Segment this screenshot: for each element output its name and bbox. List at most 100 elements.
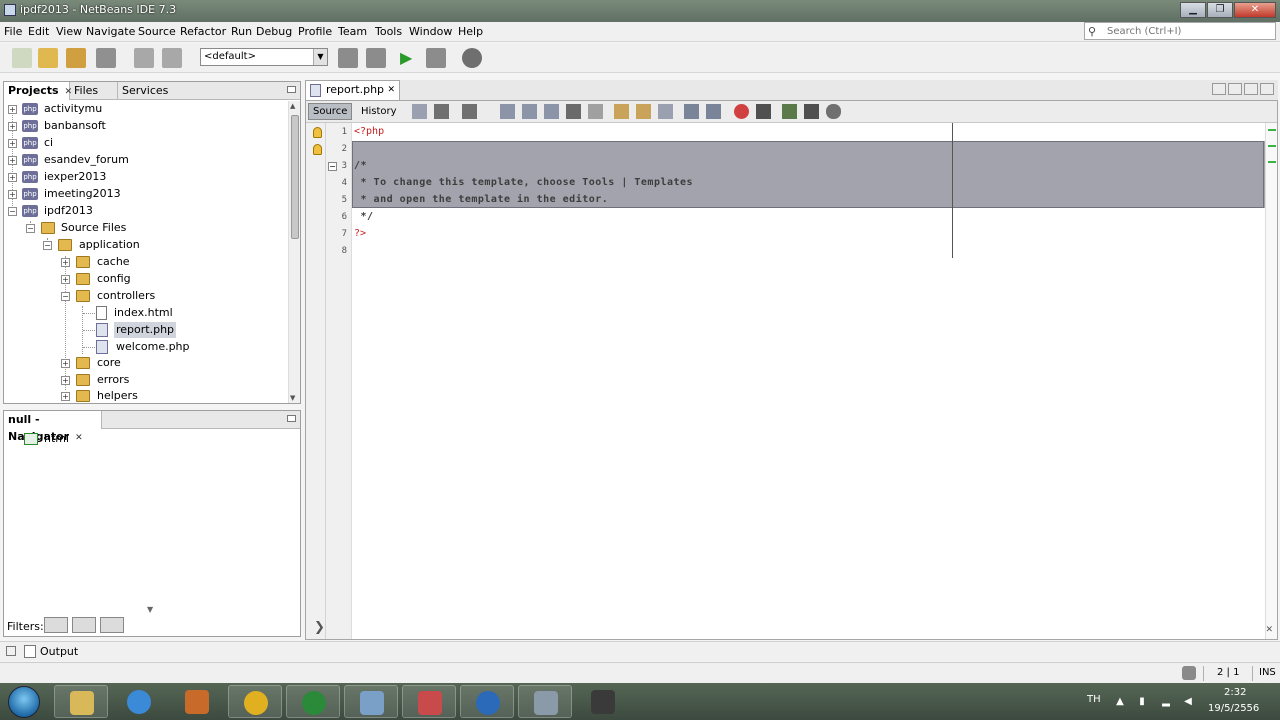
source-view-button[interactable]: Source — [308, 103, 353, 120]
menu-refactor[interactable]: Refactor — [180, 25, 226, 38]
volume-icon[interactable]: ◀ — [1182, 696, 1194, 708]
projects-scrollbar[interactable]: ▲ ▼ — [288, 101, 300, 403]
new-file-icon[interactable] — [12, 48, 32, 68]
toggle-highlight-icon[interactable] — [566, 104, 581, 119]
menu-file[interactable]: File — [4, 25, 22, 38]
hint-bulb-icon[interactable] — [313, 127, 322, 138]
chevron-down-icon[interactable]: ▼ — [147, 605, 153, 614]
taskbar-chrome[interactable] — [228, 685, 282, 718]
collapse-icon[interactable]: − — [61, 292, 70, 301]
device-tray-icon[interactable]: ▮ — [1136, 696, 1148, 708]
expand-icon[interactable]: + — [8, 173, 17, 182]
history-view-button[interactable]: History — [356, 103, 402, 120]
scrollbar-thumb[interactable] — [291, 115, 299, 239]
clock-time[interactable]: 2:32 — [1224, 687, 1246, 698]
menu-team[interactable]: Team — [338, 25, 367, 38]
minimize-button[interactable]: ▁ — [1180, 2, 1206, 18]
menu-navigate[interactable]: Navigate — [86, 25, 135, 38]
find-next-icon[interactable] — [544, 104, 559, 119]
tab-navigator[interactable]: null - Navigator ✕ — [4, 411, 102, 443]
toggle-bookmark-icon[interactable] — [658, 104, 673, 119]
taskbar-app-gray[interactable] — [518, 685, 572, 718]
collapse-icon[interactable]: − — [43, 241, 52, 250]
menu-tools[interactable]: Tools — [375, 25, 402, 38]
close-icon[interactable]: ✕ — [387, 81, 395, 99]
expand-icon[interactable]: + — [61, 275, 70, 284]
error-stripe[interactable] — [1265, 123, 1277, 639]
open-project-icon[interactable] — [66, 48, 86, 68]
previous-bookmark-icon[interactable] — [614, 104, 629, 119]
tab-services[interactable]: Services — [118, 82, 188, 100]
project-configuration-select[interactable]: <default> ▼ — [200, 48, 328, 66]
taskbar-app-dark[interactable] — [576, 685, 630, 718]
find-previous-icon[interactable] — [522, 104, 537, 119]
chevron-up-icon[interactable]: ▲ — [1114, 696, 1126, 708]
tab-projects[interactable]: Projects ✕ — [4, 82, 72, 100]
minimize-panel-icon[interactable] — [287, 415, 296, 422]
last-edit-icon[interactable] — [412, 104, 427, 119]
menu-window[interactable]: Window — [409, 25, 452, 38]
build-project-icon[interactable] — [338, 48, 358, 68]
close-icon[interactable]: ✕ — [75, 433, 83, 443]
expand-icon[interactable]: + — [61, 258, 70, 267]
start-macro-icon[interactable] — [734, 104, 749, 119]
output-tab[interactable]: Output — [40, 645, 78, 658]
quick-search[interactable]: ⚲ — [1084, 22, 1276, 40]
maximize-editor-icon[interactable] — [1260, 83, 1274, 95]
stop-macro-icon[interactable] — [756, 104, 771, 119]
comment-icon[interactable] — [782, 104, 797, 119]
menu-debug[interactable]: Debug — [256, 25, 292, 38]
taskbar-netbeans[interactable] — [344, 685, 398, 718]
expand-icon[interactable]: + — [8, 190, 17, 199]
input-language[interactable]: TH — [1087, 694, 1101, 705]
forward-icon[interactable] — [462, 104, 477, 119]
expand-icon[interactable]: + — [8, 156, 17, 165]
scroll-tabs-right-icon[interactable] — [1228, 83, 1242, 95]
save-all-icon[interactable] — [96, 48, 116, 68]
expand-icon[interactable]: + — [8, 105, 17, 114]
hint-bulb-icon[interactable] — [313, 144, 322, 155]
menu-profile[interactable]: Profile — [298, 25, 332, 38]
scroll-up-icon[interactable]: ▲ — [290, 102, 295, 110]
menu-run[interactable]: Run — [231, 25, 252, 38]
redo-icon[interactable] — [162, 48, 182, 68]
expand-icon[interactable]: + — [61, 376, 70, 385]
maximize-button[interactable]: ❐ — [1207, 2, 1233, 18]
editor-tab-report-php[interactable]: report.php ✕ — [305, 80, 400, 100]
new-project-icon[interactable] — [38, 48, 58, 68]
chevron-right-icon[interactable]: ❯ — [314, 620, 325, 635]
taskbar-media-player[interactable] — [170, 685, 224, 718]
filter-static-icon[interactable] — [72, 617, 96, 633]
network-icon[interactable]: ▂ — [1160, 696, 1172, 708]
notifications-icon[interactable] — [1182, 666, 1196, 680]
stripe-mark[interactable] — [1268, 129, 1276, 131]
expand-icon[interactable]: + — [61, 359, 70, 368]
taskbar-explorer[interactable] — [54, 685, 108, 718]
clock-date[interactable]: 19/5/2556 — [1208, 703, 1259, 714]
taskbar-internet-explorer[interactable] — [112, 685, 166, 718]
close-button[interactable]: ✕ — [1234, 2, 1276, 18]
tab-files[interactable]: Files — [70, 82, 118, 100]
stripe-mark[interactable] — [1268, 161, 1276, 163]
menu-edit[interactable]: Edit — [28, 25, 49, 38]
expand-icon[interactable]: + — [61, 392, 70, 401]
show-opened-documents-icon[interactable] — [1244, 83, 1258, 95]
expand-icon[interactable]: + — [8, 122, 17, 131]
collapse-icon[interactable]: − — [8, 207, 17, 216]
stripe-mark[interactable] — [1268, 145, 1276, 147]
chevron-down-icon[interactable]: ▼ — [313, 49, 327, 65]
restore-window-icon[interactable] — [6, 646, 16, 656]
run-project-icon[interactable]: ▶ — [400, 48, 420, 68]
taskbar-app-blue[interactable] — [460, 685, 514, 718]
filter-fields-icon[interactable] — [44, 617, 68, 633]
scroll-down-icon[interactable]: ▼ — [290, 394, 295, 402]
close-icon[interactable]: ✕ — [1265, 625, 1273, 635]
menu-view[interactable]: View — [56, 25, 82, 38]
start-button[interactable] — [8, 686, 40, 718]
undo-icon[interactable] — [134, 48, 154, 68]
back-icon[interactable] — [434, 104, 449, 119]
collapse-icon[interactable]: − — [26, 224, 35, 233]
uncomment-icon[interactable] — [804, 104, 819, 119]
menu-help[interactable]: Help — [458, 25, 483, 38]
fold-collapse-icon[interactable]: − — [328, 162, 337, 171]
